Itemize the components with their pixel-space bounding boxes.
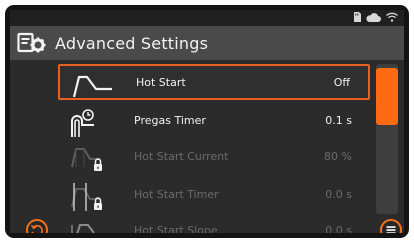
setting-label: Hot Start Slope	[134, 224, 218, 233]
setting-label: Pregas Timer	[134, 114, 206, 127]
setting-label: Hot Start	[136, 76, 186, 89]
setting-label: Hot Start Timer	[134, 188, 219, 201]
setting-value: 0.1 s	[325, 114, 352, 127]
title-bar: Advanced Settings	[10, 26, 404, 60]
wifi-icon	[386, 12, 398, 22]
cloud-icon	[366, 12, 381, 22]
setting-label: Hot Start Current	[134, 150, 229, 163]
status-bar	[10, 10, 404, 26]
status-icons	[353, 12, 398, 22]
setting-row-pregas-timer[interactable]: Pregas Timer 0.1 s	[58, 104, 370, 140]
hot-start-current-locked-icon	[71, 148, 102, 171]
setting-value: 80 %	[324, 150, 352, 163]
setting-row-hot-start[interactable]: Hot Start Off	[58, 64, 370, 100]
settings-panel-icon	[17, 32, 46, 53]
setting-value: 0.0 s	[325, 224, 352, 233]
sd-card-icon	[354, 12, 361, 22]
hot-start-slope-icon	[71, 224, 95, 233]
setting-value: 0.0 s	[325, 188, 352, 201]
device-bezel: Advanced Settings Hot Start Off Pregas T…	[5, 5, 409, 238]
setting-row-hot-start-slope[interactable]: Hot Start Slope 0.0 s	[58, 214, 370, 233]
pregas-timer-icon	[71, 109, 94, 137]
setting-value: Off	[333, 76, 350, 89]
hot-start-timer-locked-icon	[71, 183, 102, 211]
settings-list: Hot Start Off Pregas Timer 0.1 s Hot Sta…	[10, 62, 404, 233]
hot-start-curve-icon	[72, 75, 112, 98]
scrollbar[interactable]	[376, 64, 398, 214]
undo-icon	[30, 224, 43, 233]
menu-icon	[386, 226, 396, 233]
setting-row-hot-start-current[interactable]: Hot Start Current 80 %	[58, 140, 370, 176]
screen: Advanced Settings Hot Start Off Pregas T…	[10, 10, 404, 233]
scrollbar-thumb[interactable]	[376, 68, 398, 125]
setting-row-hot-start-timer[interactable]: Hot Start Timer 0.0 s	[58, 178, 370, 214]
page-title: Advanced Settings	[55, 33, 209, 53]
